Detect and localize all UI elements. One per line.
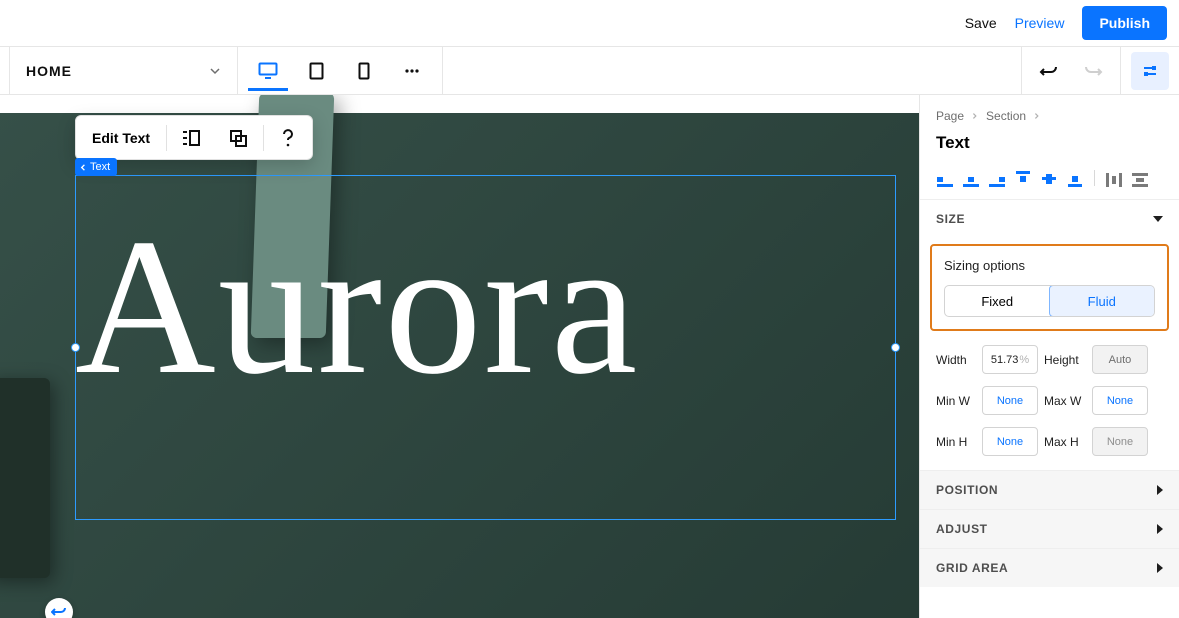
min-width-label: Min W: [936, 394, 976, 408]
help-button[interactable]: [264, 116, 312, 160]
distribute-h-button[interactable]: [1105, 169, 1123, 187]
distribute-v-button[interactable]: [1131, 169, 1149, 187]
sizing-options-label: Sizing options: [944, 258, 1155, 273]
size-section-label: SIZE: [936, 212, 965, 226]
more-devices-button[interactable]: [392, 51, 432, 91]
max-width-input[interactable]: None: [1092, 386, 1148, 415]
chevron-left-icon: [79, 163, 88, 172]
mobile-icon: [358, 62, 370, 80]
editor-toolbar: HOME: [0, 47, 1179, 95]
chevron-down-icon: [209, 65, 221, 77]
toggle-inspector-button[interactable]: [1131, 52, 1169, 90]
min-height-input[interactable]: None: [982, 427, 1038, 456]
max-height-label: Max H: [1044, 435, 1086, 449]
grid-area-section-header[interactable]: GRID AREA: [920, 548, 1179, 587]
selection-chip-label: Text: [90, 161, 110, 173]
edit-text-button[interactable]: Edit Text: [76, 130, 166, 146]
main-area: Edit Text Text Aurora: [0, 95, 1179, 618]
min-width-input[interactable]: None: [982, 386, 1038, 415]
publish-button[interactable]: Publish: [1082, 6, 1167, 40]
caret-right-icon: [1157, 524, 1163, 534]
more-horizontal-icon: [403, 62, 421, 80]
preview-button[interactable]: Preview: [1015, 15, 1065, 31]
sliders-icon: [1141, 62, 1159, 80]
dimensions-grid: Width 51.73% Height Auto Min W None Max …: [920, 337, 1179, 470]
position-section-header[interactable]: POSITION: [920, 470, 1179, 509]
align-center-h-button[interactable]: [962, 169, 980, 187]
width-input[interactable]: 51.73%: [982, 345, 1038, 374]
align-right-button[interactable]: [988, 169, 1006, 187]
min-height-label: Min H: [936, 435, 976, 449]
sizing-segmented-control: Fixed Fluid: [944, 285, 1155, 317]
redo-icon: [1083, 61, 1103, 81]
save-button[interactable]: Save: [965, 15, 997, 31]
page-selector-label: HOME: [26, 63, 72, 79]
caret-right-icon: [1157, 563, 1163, 573]
resize-handle-right[interactable]: [891, 343, 900, 352]
desktop-icon: [258, 62, 278, 80]
adjust-section-label: ADJUST: [936, 522, 988, 536]
element-floating-toolbar: Edit Text: [75, 115, 313, 160]
caret-right-icon: [1157, 485, 1163, 495]
position-section-label: POSITION: [936, 483, 998, 497]
sizing-fixed-option[interactable]: Fixed: [945, 286, 1050, 316]
undo-icon: [1039, 61, 1059, 81]
duplicate-button[interactable]: [215, 116, 263, 160]
history-group: [1021, 47, 1120, 94]
page-selector[interactable]: HOME: [9, 47, 238, 94]
align-panel-icon: [181, 129, 201, 147]
question-icon: [279, 128, 297, 148]
device-group: [238, 47, 443, 94]
align-bottom-button[interactable]: [1066, 169, 1084, 187]
copy-icon: [229, 129, 249, 147]
toggle-panel-group: [1120, 47, 1179, 94]
breadcrumb: Page Section: [920, 95, 1179, 129]
breadcrumb-section[interactable]: Section: [986, 109, 1026, 123]
width-label: Width: [936, 353, 976, 367]
height-input[interactable]: Auto: [1092, 345, 1148, 374]
undo-button[interactable]: [1030, 52, 1068, 90]
undo-icon: [51, 604, 67, 618]
selection-outline[interactable]: [75, 175, 896, 520]
tablet-icon: [309, 62, 324, 80]
size-section-header[interactable]: SIZE: [920, 200, 1179, 238]
sizing-fluid-option[interactable]: Fluid: [1049, 285, 1156, 317]
align-element-button[interactable]: [167, 116, 215, 160]
decorative-block: [0, 378, 50, 578]
chevron-right-icon: [1033, 112, 1041, 120]
tablet-device-button[interactable]: [296, 51, 336, 91]
selection-breadcrumb-chip[interactable]: Text: [75, 158, 117, 176]
mobile-device-button[interactable]: [344, 51, 384, 91]
chevron-right-icon: [971, 112, 979, 120]
grid-area-section-label: GRID AREA: [936, 561, 1008, 575]
align-center-v-button[interactable]: [1040, 169, 1058, 187]
separator: [1094, 170, 1095, 186]
alignment-row: [920, 165, 1179, 200]
canvas-area[interactable]: Edit Text Text Aurora: [0, 95, 919, 618]
align-left-button[interactable]: [936, 169, 954, 187]
adjust-section-header[interactable]: ADJUST: [920, 509, 1179, 548]
top-header: Save Preview Publish: [0, 0, 1179, 47]
align-top-button[interactable]: [1014, 169, 1032, 187]
caret-down-icon: [1153, 216, 1163, 222]
desktop-device-button[interactable]: [248, 51, 288, 91]
height-label: Height: [1044, 353, 1086, 367]
resize-handle-left[interactable]: [71, 343, 80, 352]
panel-title: Text: [920, 129, 1179, 165]
redo-button[interactable]: [1074, 52, 1112, 90]
revert-badge[interactable]: [45, 598, 73, 618]
sizing-options-box: Sizing options Fixed Fluid: [930, 244, 1169, 331]
max-width-label: Max W: [1044, 394, 1086, 408]
inspector-panel: Page Section Text SIZE Sizing options Fi…: [919, 95, 1179, 618]
max-height-input[interactable]: None: [1092, 427, 1148, 456]
breadcrumb-page[interactable]: Page: [936, 109, 964, 123]
